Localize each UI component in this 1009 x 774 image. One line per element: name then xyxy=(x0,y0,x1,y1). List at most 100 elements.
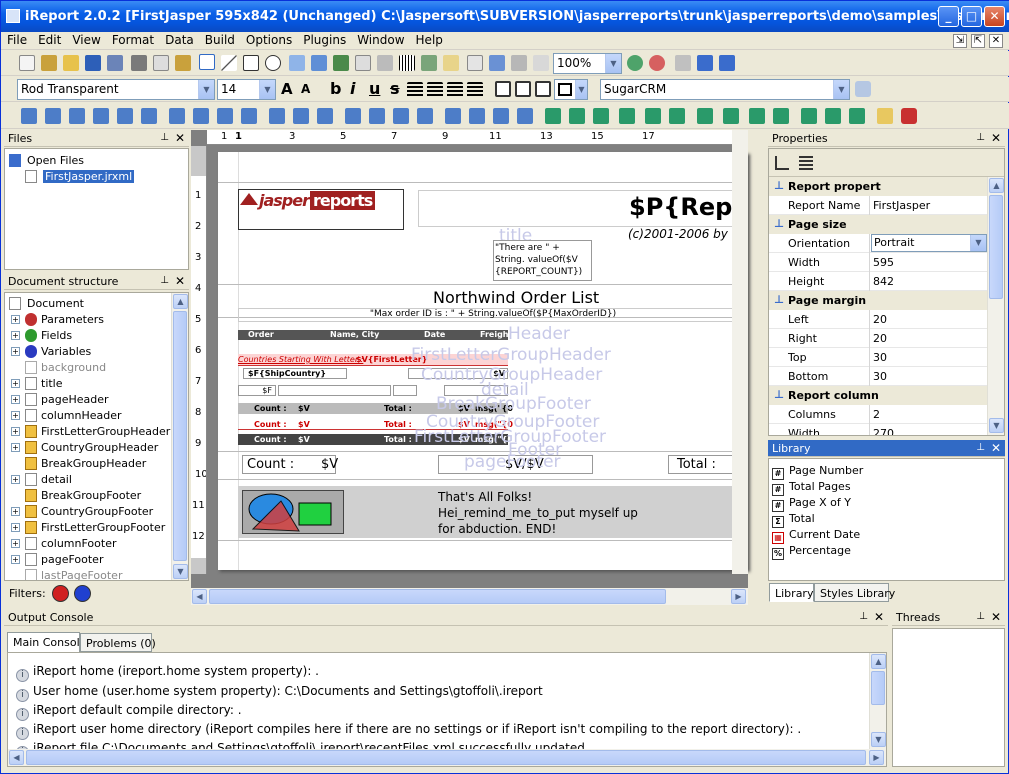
mdi-close-icon[interactable]: ✕ xyxy=(989,34,1003,48)
library-item-total-pages[interactable]: # Total Pages xyxy=(772,480,851,496)
prop-report-name[interactable]: Report Name FirstJasper xyxy=(769,196,987,215)
scroll-left-icon[interactable]: ◀ xyxy=(9,750,24,765)
console-v-scrollbar[interactable]: ▲ ▼ xyxy=(869,653,886,749)
summary-band[interactable]: That's All Folks! Hei_remind_me_to_put m… xyxy=(238,486,748,538)
menu-edit[interactable]: Edit xyxy=(32,32,66,47)
column-header-bar[interactable]: Order Name, City Date Freight xyxy=(238,330,512,340)
v-space-increase-icon[interactable] xyxy=(469,108,485,124)
magnet-icon[interactable] xyxy=(901,108,917,124)
expand-icon[interactable]: + xyxy=(11,555,20,564)
prop-top[interactable]: Top 30 xyxy=(769,348,987,367)
close-icon[interactable]: ✕ xyxy=(991,441,1001,455)
center-horizontally-icon[interactable] xyxy=(269,108,285,124)
h-space-increase-icon[interactable] xyxy=(417,108,433,124)
border-select[interactable]: ▼ xyxy=(554,79,588,100)
prop-bottom[interactable]: Bottom 30 xyxy=(769,367,987,386)
footer-count-box[interactable]: Count : $V xyxy=(242,455,338,474)
console-h-scrollbar[interactable]: ◀ ▶ xyxy=(8,749,886,766)
copyright-box[interactable]: (c)2001-2006 by xyxy=(418,226,748,241)
tab-problems[interactable]: Problems (0) xyxy=(80,633,156,652)
max-order-field[interactable]: "Max order ID is : " + String.valueOf($P… xyxy=(238,308,748,322)
expand-icon[interactable]: + xyxy=(11,347,20,356)
size-width-icon[interactable] xyxy=(569,108,585,124)
band-fit-icon[interactable] xyxy=(697,108,713,124)
pin-icon[interactable]: ⊥ xyxy=(859,611,868,622)
barcode-icon[interactable] xyxy=(399,55,415,71)
scroll-down-icon[interactable]: ▼ xyxy=(871,732,886,747)
expand-icon[interactable]: + xyxy=(11,379,20,388)
menu-options[interactable]: Options xyxy=(240,32,297,47)
justify-icon[interactable] xyxy=(467,82,483,98)
join-sides-left-icon[interactable] xyxy=(345,108,361,124)
same-height-icon[interactable] xyxy=(241,108,257,124)
rectangle-icon[interactable] xyxy=(243,55,259,71)
scroll-down-icon[interactable]: ▼ xyxy=(173,564,188,579)
h-space-equal-icon[interactable] xyxy=(393,108,409,124)
scroll-up-icon[interactable]: ▲ xyxy=(871,654,886,669)
style-select[interactable]: Rod Transparent ▼ xyxy=(17,79,215,100)
close-icon[interactable]: ✕ xyxy=(175,274,185,288)
run-icon[interactable] xyxy=(697,55,713,71)
scroll-right-icon[interactable]: ▶ xyxy=(869,750,884,765)
expand-icon[interactable] xyxy=(825,108,841,124)
v-space-equal-icon[interactable] xyxy=(445,108,461,124)
same-width-max-icon[interactable] xyxy=(193,108,209,124)
expand-icon[interactable]: + xyxy=(11,507,20,516)
detail-date-field[interactable] xyxy=(393,385,417,396)
align-vertical-center-icon[interactable] xyxy=(117,108,133,124)
arrange-icon[interactable] xyxy=(645,108,661,124)
mdi-tile-icon[interactable]: ⇱ xyxy=(971,34,985,48)
designer-canvas[interactable]: 1 1 3 5 7 9 11 13 15 17 1 2 3 4 5 6 7 8 … xyxy=(191,130,748,590)
library-item-total[interactable]: Σ Total xyxy=(772,512,815,528)
align-top-edge-icon[interactable] xyxy=(69,108,85,124)
increase-font-button[interactable]: A xyxy=(281,80,293,98)
move-icon[interactable] xyxy=(801,108,817,124)
organize-icon[interactable] xyxy=(619,108,635,124)
compile-icon[interactable] xyxy=(675,55,691,71)
paste-icon[interactable] xyxy=(175,55,191,71)
image-icon[interactable] xyxy=(333,55,349,71)
library-item-page-x-of-y[interactable]: # Page X of Y xyxy=(772,496,851,512)
prop-width[interactable]: Width 595 xyxy=(769,253,987,272)
edit-icon[interactable] xyxy=(877,108,893,124)
font-size-select[interactable]: 14 ▼ xyxy=(217,79,276,100)
center-vertically-icon[interactable] xyxy=(293,108,309,124)
menu-window[interactable]: Window xyxy=(351,32,409,47)
open-icon[interactable] xyxy=(63,55,79,71)
chart-icon[interactable] xyxy=(421,55,437,71)
prop-right[interactable]: Right 20 xyxy=(769,329,987,348)
close-icon[interactable]: ✕ xyxy=(175,131,185,145)
align-bottom-edge-icon[interactable] xyxy=(93,108,109,124)
menu-file[interactable]: File xyxy=(1,32,32,47)
same-width-min-icon[interactable] xyxy=(217,108,233,124)
subreport-icon[interactable] xyxy=(377,55,393,71)
ship-country-field[interactable]: $F{ShipCountry} xyxy=(243,368,347,379)
summary-text[interactable]: That's All Folks! Hei_remind_me_to_put m… xyxy=(438,489,738,537)
menu-help[interactable]: Help xyxy=(410,32,448,47)
prop-column-width[interactable]: Width 270 xyxy=(769,424,987,435)
border-middle-icon[interactable] xyxy=(515,81,531,97)
center-band-icon[interactable] xyxy=(317,108,333,124)
title-param-box[interactable]: $P{ReportT xyxy=(418,190,748,226)
find-icon[interactable] xyxy=(855,81,871,97)
maximize-button[interactable]: □ xyxy=(961,6,982,27)
new-icon[interactable] xyxy=(19,55,35,71)
italic-button[interactable]: i xyxy=(350,79,355,98)
pointer-icon[interactable] xyxy=(199,54,215,70)
zoom-in-icon[interactable] xyxy=(627,55,643,71)
strikethrough-button[interactable]: s xyxy=(390,79,400,98)
expand-icon[interactable]: + xyxy=(11,475,20,484)
frame-icon[interactable] xyxy=(355,55,371,71)
report-heading[interactable]: Northwind Order List xyxy=(433,288,599,307)
report-page[interactable]: jasper reports $P{ReportT (c)2001-2006 b… xyxy=(218,152,748,570)
tab-main-console[interactable]: Main Console xyxy=(7,632,86,653)
canvas-h-scrollbar[interactable]: ◀ ▶ xyxy=(191,588,748,605)
h-scroll-thumb[interactable] xyxy=(209,589,666,604)
save-icon[interactable] xyxy=(85,55,101,71)
align-left-edge-icon[interactable] xyxy=(21,108,37,124)
line-icon[interactable] xyxy=(221,55,237,71)
prop-left[interactable]: Left 20 xyxy=(769,310,987,329)
size-to-fit-icon[interactable] xyxy=(545,108,561,124)
pin-icon[interactable]: ⊥ xyxy=(976,442,985,453)
close-icon[interactable]: ✕ xyxy=(991,131,1001,145)
